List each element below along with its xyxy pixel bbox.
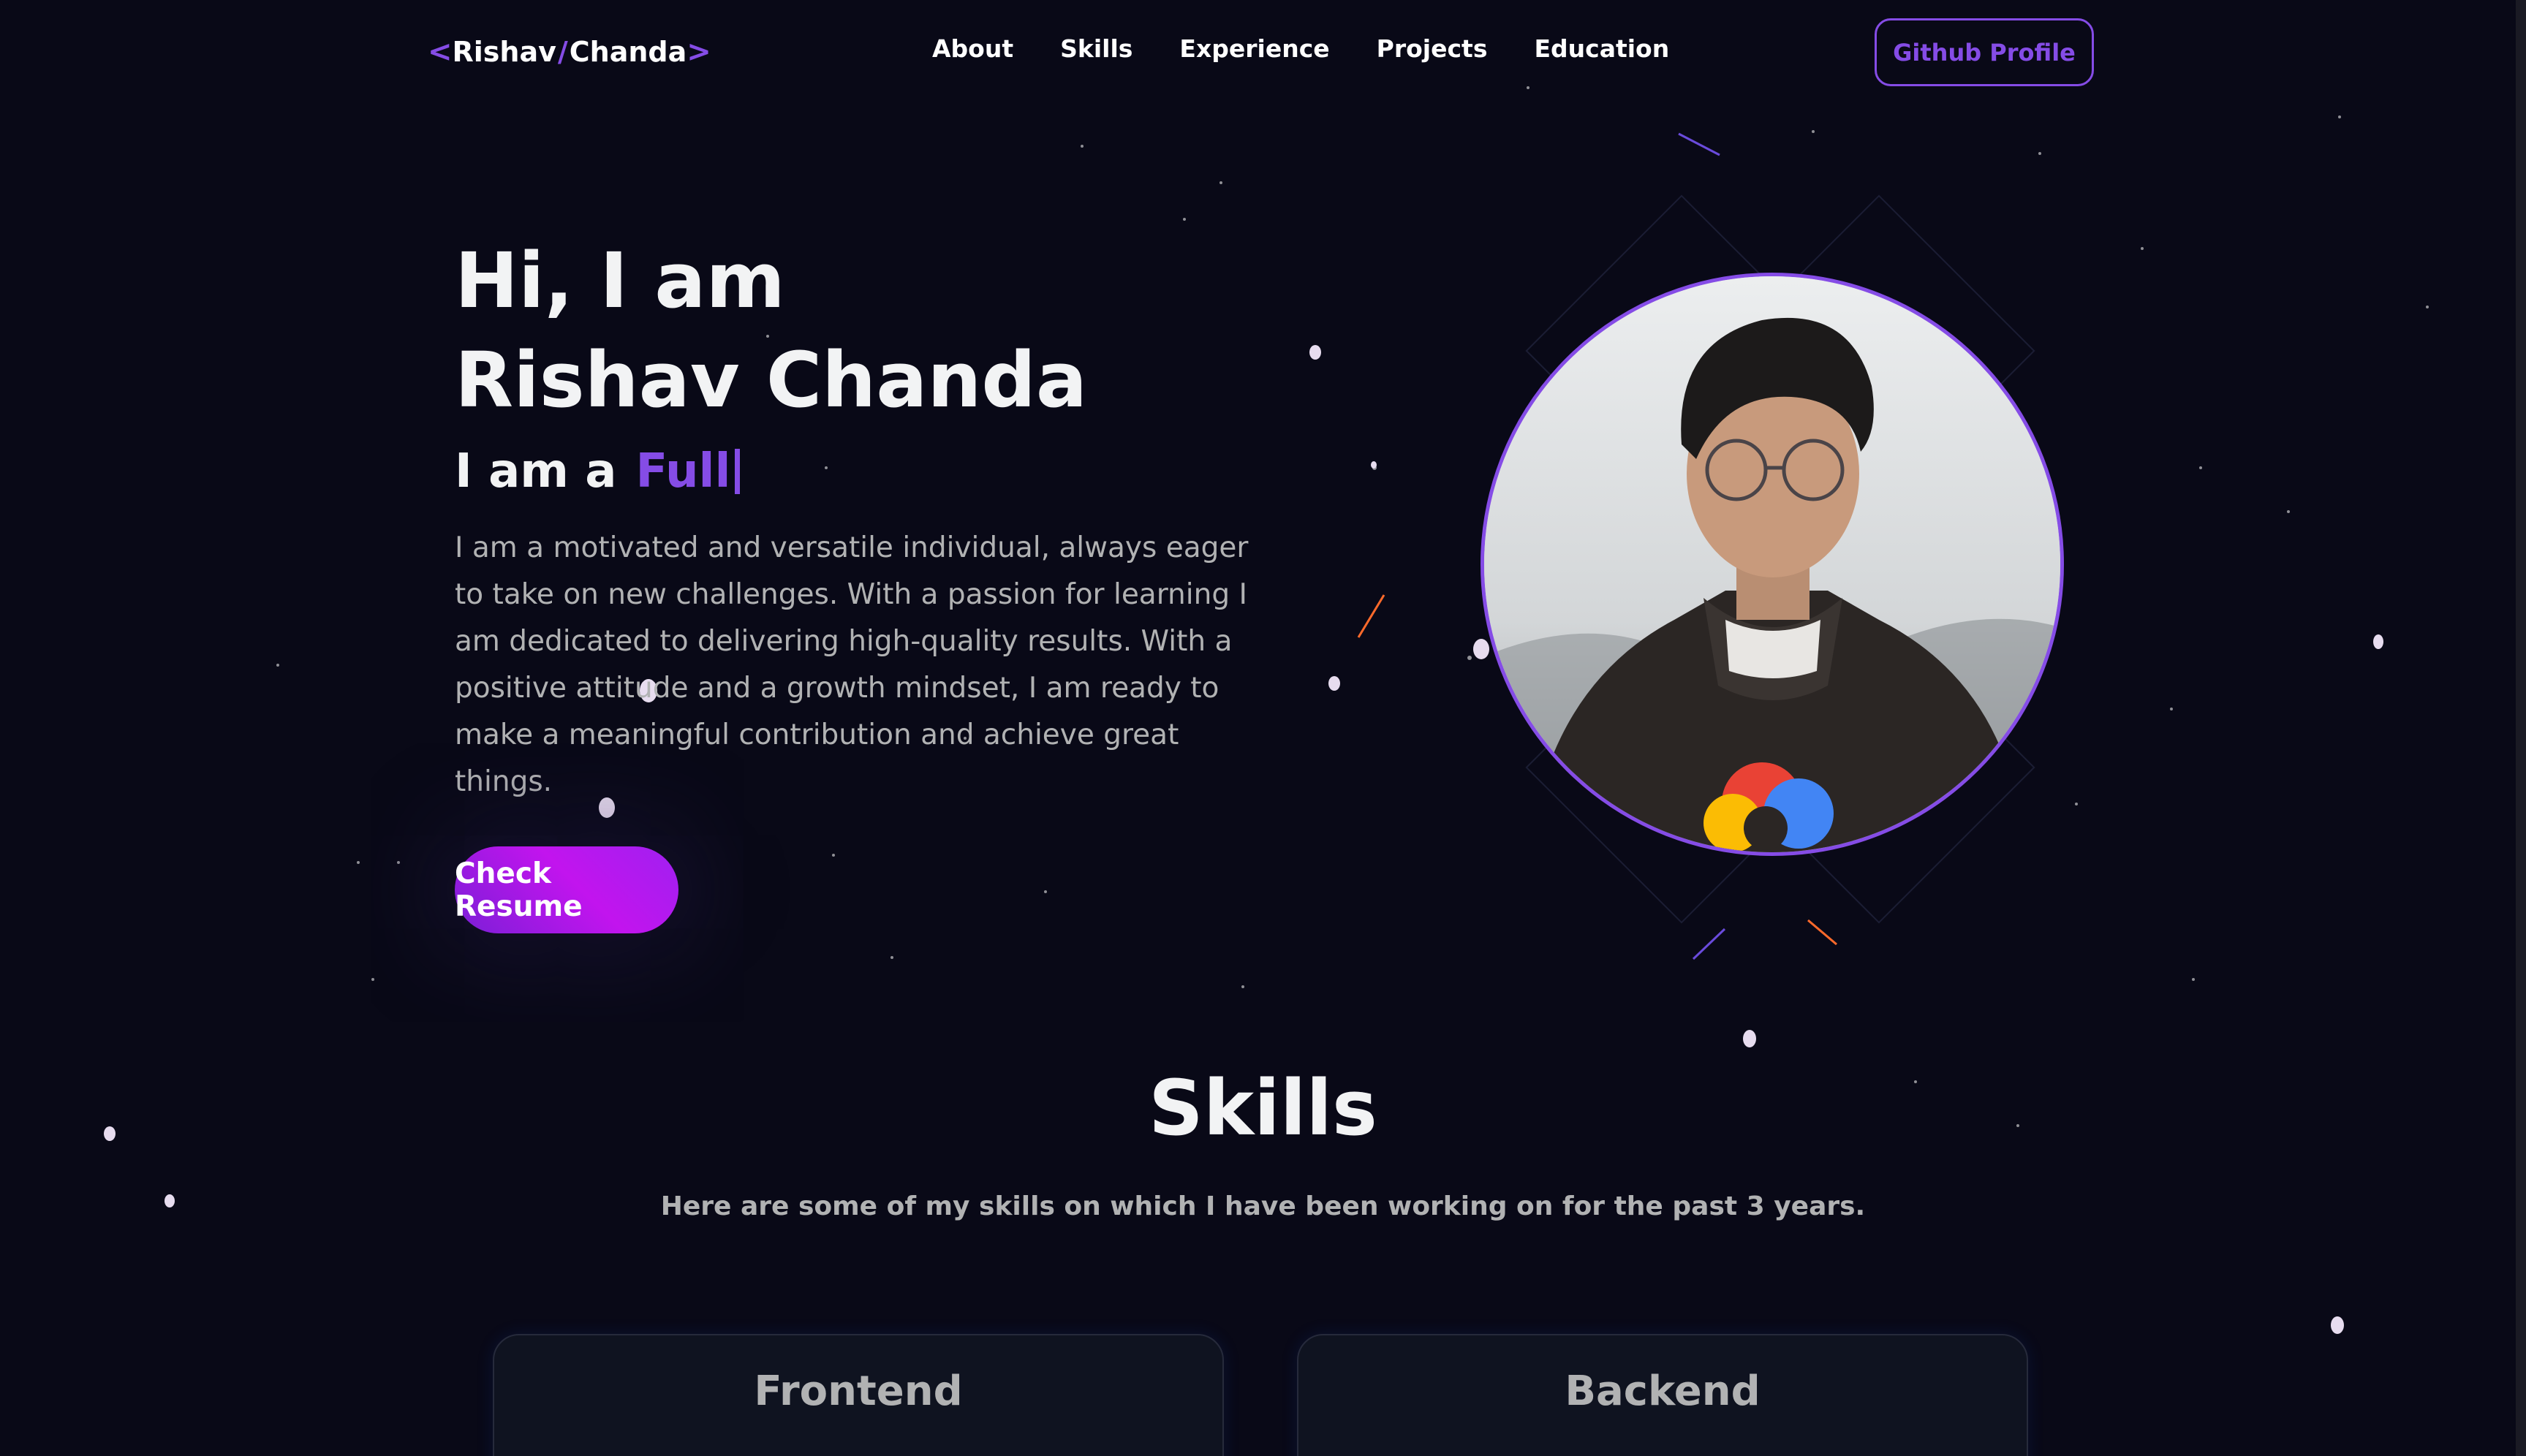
skill-card-title: Frontend [754,1368,963,1415]
profile-photo [1481,273,2064,856]
skill-card-frontend: Frontend [493,1334,1224,1456]
role-typewriter: I am a Full [455,444,741,498]
hero-greeting: Hi, I am [455,236,785,325]
skill-card-backend: Backend [1297,1334,2028,1456]
site-logo[interactable]: < Rishav / Chanda > [428,33,711,71]
navbar: < Rishav / Chanda > About Skills Experie… [0,0,2526,104]
check-resume-button[interactable]: Check Resume [455,846,678,933]
skills-heading: Skills [1149,1063,1377,1153]
page-scrollbar[interactable] [2516,0,2526,1456]
nav-link-education[interactable]: Education [1534,34,1669,63]
hero-name: Rishav Chanda [455,335,1088,425]
typewriter-cursor [735,449,741,494]
logo-open-chevron: < [428,35,453,69]
nav-link-about[interactable]: About [932,34,1013,63]
skill-card-title: Backend [1565,1368,1761,1415]
logo-slash: / [557,36,568,68]
portfolio-page: < Rishav / Chanda > About Skills Experie… [0,0,2526,1456]
profile-photo-illustration [1484,276,2060,852]
nav-link-skills[interactable]: Skills [1060,34,1132,63]
hero-heading: Hi, I am Rishav Chanda [455,231,1087,430]
hero-description: I am a motivated and versatile individua… [455,531,1249,798]
nav-link-projects[interactable]: Projects [1377,34,1488,63]
nav-link-experience[interactable]: Experience [1179,34,1329,63]
logo-last-name: Chanda [569,36,687,68]
skills-subtitle: Here are some of my skills on which I ha… [660,1191,1866,1221]
nav-menu: About Skills Experience Projects Educati… [932,34,1669,63]
logo-close-chevron: > [687,35,711,69]
role-prefix: I am a [455,444,617,498]
role-typed-text: Full [635,444,731,498]
logo-first-name: Rishav [452,36,556,68]
github-profile-button[interactable]: Github Profile [1875,18,2094,86]
